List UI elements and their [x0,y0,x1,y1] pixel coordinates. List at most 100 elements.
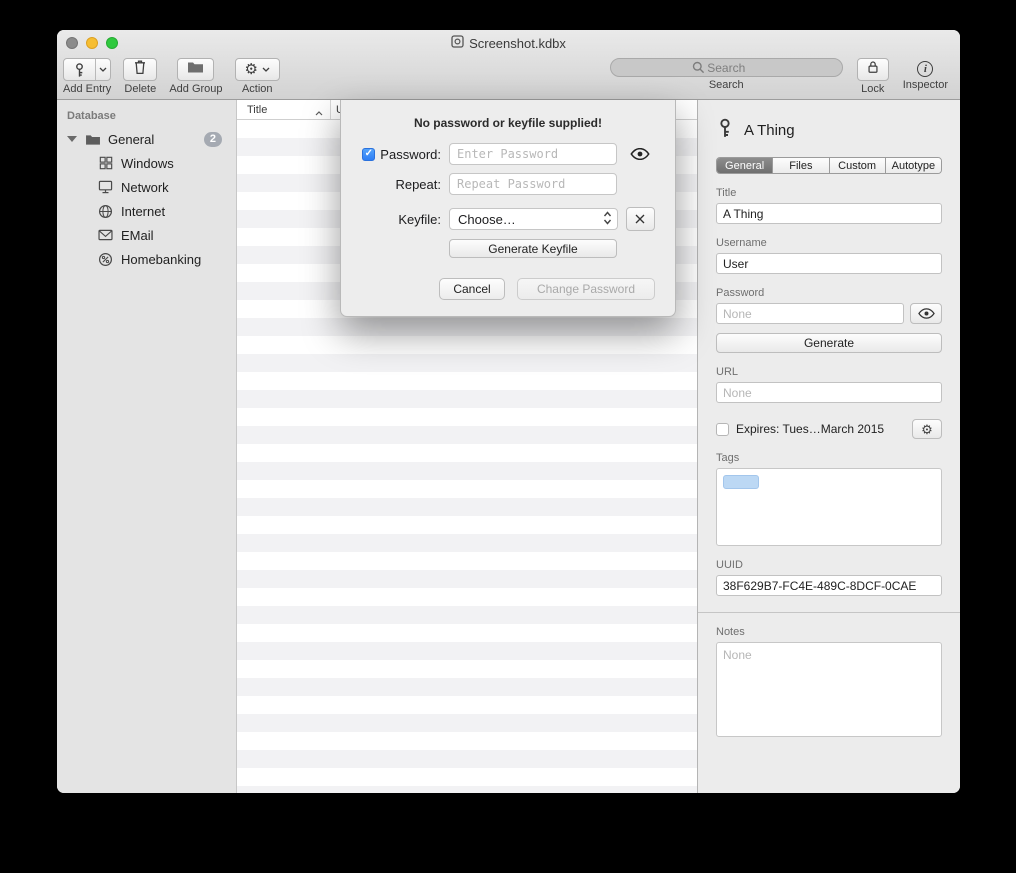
tab-custom[interactable]: Custom [829,158,885,173]
titlebar[interactable]: Screenshot.kdbx [57,30,960,56]
column-title[interactable]: Title [247,104,267,116]
chevron-down-icon [262,67,270,72]
action-button[interactable]: ⚙ Action [235,58,280,95]
lock-button[interactable]: Lock [857,58,889,95]
sidebar-item-network[interactable]: Network [57,175,236,199]
add-entry-button[interactable]: Add Entry [63,58,111,95]
lock-label: Lock [861,83,884,95]
tags-box[interactable] [716,468,942,546]
change-password-dialog: No password or keyfile supplied! ✓ Passw… [340,100,676,317]
expires-checkbox[interactable] [716,423,729,436]
notes-label: Notes [716,626,942,638]
tag-pill[interactable] [723,475,759,489]
delete-label: Delete [124,83,156,95]
password-field[interactable] [716,303,904,324]
uuid-field[interactable] [716,575,942,596]
tab-general[interactable]: General [717,158,772,173]
toolbar: Add Entry Delete Add Group [57,56,960,100]
sidebar: Database General 2 Windows Network [57,100,237,793]
sidebar-item-email[interactable]: EMail [57,223,236,247]
entry-title: A Thing [744,122,795,139]
expires-row: Expires: Tues…March 2015 ⚙ [716,419,942,439]
uuid-label: UUID [716,559,942,571]
network-icon [97,180,114,194]
title-field[interactable] [716,203,942,224]
reveal-password-button[interactable] [910,303,942,324]
password-label: Password: [380,147,441,162]
search-caption: Search [709,79,744,91]
sidebar-group-general[interactable]: General 2 [57,127,236,151]
sidebar-item-label: Network [121,180,169,195]
sidebar-item-internet[interactable]: Internet [57,199,236,223]
username-field-label: Username [716,237,942,249]
inspector-button[interactable]: i Inspector [903,58,948,91]
dialog-buttons: Cancel Change Password [361,278,655,300]
generate-password-button[interactable]: Generate [716,333,942,353]
chevron-down-icon[interactable] [95,59,110,80]
gear-icon: ⚙ [921,423,933,436]
folder-icon [84,133,101,146]
delete-button[interactable]: Delete [123,58,157,95]
enter-password-input[interactable] [449,143,617,165]
window-title-area: Screenshot.kdbx [57,35,960,51]
sidebar-item-windows[interactable]: Windows [57,151,236,175]
password-row [716,303,942,324]
username-field[interactable] [716,253,942,274]
trash-icon [133,59,147,80]
key-plus-icon [64,62,95,78]
keyfile-row: Keyfile: Choose… [361,207,655,231]
folder-plus-icon [187,60,204,79]
url-field-label: URL [716,366,942,378]
change-password-button[interactable]: Change Password [517,278,655,300]
inspector-header: A Thing [716,118,942,143]
inspector-tabs: General Files Custom Autotype [716,157,942,174]
repeat-row: Repeat: [361,173,655,195]
password-field-label: Password [716,287,942,299]
globe-icon [97,204,114,219]
search-field[interactable] [610,58,843,77]
column-divider[interactable] [330,100,331,119]
tab-autotype[interactable]: Autotype [885,158,941,173]
search-item: Search [610,58,843,91]
stepper-icon [603,211,612,228]
gear-icon: ⚙ [245,62,258,77]
envelope-icon [97,229,114,241]
disclosure-triangle-icon[interactable] [67,136,77,142]
search-input[interactable] [610,58,843,77]
keyfile-label: Keyfile: [398,212,441,227]
info-icon: i [917,61,933,77]
notes-field[interactable] [716,642,942,737]
url-field[interactable] [716,382,942,403]
repeat-label: Repeat: [395,177,441,192]
sidebar-section-header: Database [57,106,236,127]
add-entry-label: Add Entry [63,83,111,95]
eye-icon [918,308,935,319]
keyfile-selected-value: Choose… [458,212,603,227]
document-icon [451,35,464,51]
eye-icon [630,148,650,160]
add-group-button[interactable]: Add Group [169,58,222,95]
reveal-password-button[interactable] [625,144,655,164]
password-checkbox[interactable]: ✓ [362,148,375,161]
sidebar-item-homebanking[interactable]: Homebanking [57,247,236,271]
window-title: Screenshot.kdbx [469,36,566,51]
clear-keyfile-button[interactable] [626,207,655,231]
tab-files[interactable]: Files [772,158,828,173]
sidebar-item-label: Homebanking [121,252,201,267]
tags-label: Tags [716,452,942,464]
repeat-password-input[interactable] [449,173,617,195]
inspector-panel: A Thing General Files Custom Autotype Ti… [697,100,960,793]
window-header: Screenshot.kdbx Add Entry [57,30,960,100]
generate-keyfile-button[interactable]: Generate Keyfile [449,239,617,258]
key-icon [716,118,734,143]
dialog-message: No password or keyfile supplied! [341,100,675,143]
action-label: Action [242,83,273,95]
homebanking-icon [97,252,114,267]
inspector-divider [698,612,960,613]
sidebar-group-label: General [108,132,154,147]
keyfile-dropdown[interactable]: Choose… [449,208,618,230]
toolbar-right: Search Lock i Inspector [610,58,952,95]
cancel-button[interactable]: Cancel [439,278,505,300]
expiry-settings-button[interactable]: ⚙ [912,419,942,439]
password-row: ✓ Password: [361,143,655,165]
